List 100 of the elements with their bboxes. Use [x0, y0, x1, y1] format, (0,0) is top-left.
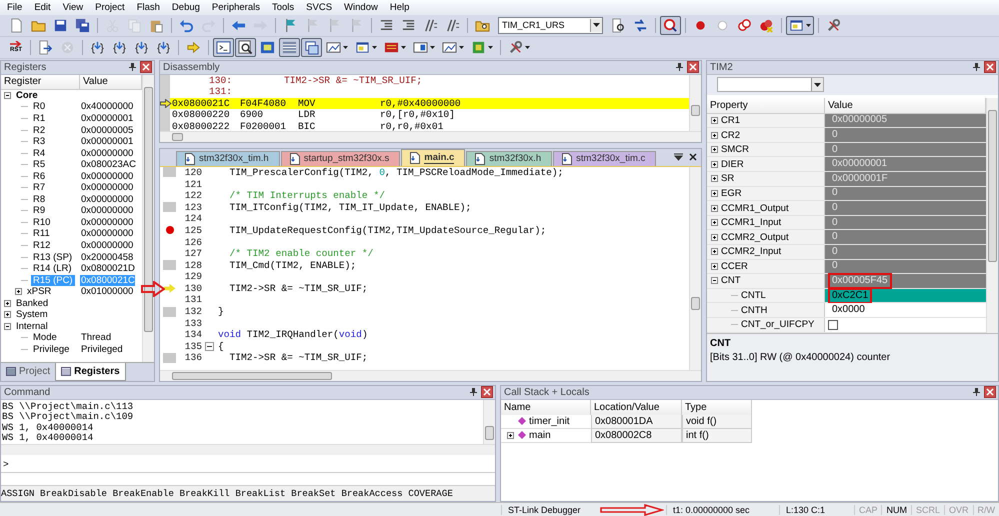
panel-tab[interactable]: Project [1, 362, 56, 381]
menu-item[interactable]: View [58, 2, 88, 13]
register-name[interactable]: System [14, 309, 50, 320]
register-name[interactable]: R9 [31, 205, 48, 216]
horizontal-scrollbar[interactable] [160, 370, 701, 381]
magnifier-button[interactable] [235, 38, 256, 57]
expand-toggle[interactable] [711, 132, 718, 139]
dropdown-arrow-icon[interactable] [430, 46, 435, 49]
register-name[interactable]: R1 [31, 113, 48, 124]
register-name[interactable]: R10 [31, 216, 52, 228]
expand-toggle[interactable] [4, 311, 11, 318]
menu-item[interactable]: SVCS [301, 2, 338, 13]
function-name[interactable]: main [529, 430, 551, 441]
menu-item[interactable]: File [2, 2, 28, 13]
horizontal-scrollbar[interactable] [160, 130, 701, 142]
pin-icon[interactable] [973, 63, 980, 72]
menu-item[interactable]: Help [384, 2, 414, 13]
column-header[interactable]: Register [1, 74, 80, 89]
close-button[interactable] [984, 386, 996, 398]
register-name[interactable]: R13 (SP) [31, 252, 74, 263]
file-tab[interactable]: main.c [401, 148, 466, 166]
register-name[interactable]: R12 [31, 240, 52, 252]
menu-item[interactable]: Project [90, 2, 130, 13]
expand-toggle[interactable] [711, 248, 718, 256]
expand-toggle[interactable] [507, 432, 514, 439]
file-tab[interactable]: stm32f30x.h [466, 150, 552, 166]
collapse-icon[interactable] [205, 342, 214, 351]
dropdown-arrow-icon[interactable] [525, 46, 530, 49]
column-header[interactable]: Property [707, 98, 825, 113]
close-button[interactable] [984, 61, 996, 74]
vertical-scrollbar[interactable] [986, 98, 998, 333]
expand-toggle[interactable] [4, 300, 11, 307]
stack-button[interactable] [301, 38, 322, 57]
breakpoint-icon[interactable] [166, 226, 174, 234]
menu-item[interactable]: Edit [29, 2, 56, 13]
dropdown-arrow-icon[interactable] [372, 46, 377, 49]
dropdown-arrow-icon[interactable] [806, 24, 811, 27]
dropdown-arrow-icon[interactable] [401, 46, 406, 49]
expand-toggle[interactable] [711, 204, 718, 212]
close-icon[interactable] [689, 153, 697, 162]
menu-item[interactable]: Flash [132, 2, 165, 13]
pin-icon[interactable] [129, 63, 136, 72]
menu-item[interactable]: Tools [266, 2, 300, 13]
tab-list-icon[interactable] [674, 153, 683, 162]
expand-toggle[interactable] [711, 175, 718, 182]
expand-toggle[interactable] [711, 190, 718, 197]
menu-item[interactable]: Window [339, 2, 383, 13]
window-button[interactable] [786, 16, 814, 35]
dropdown-arrow-icon[interactable] [343, 46, 348, 49]
register-name[interactable]: R11 [31, 228, 52, 240]
register-name[interactable]: Banked [14, 298, 50, 309]
dropdown-arrow-icon[interactable] [459, 46, 464, 49]
dropdown-field[interactable] [717, 77, 824, 92]
grid-button[interactable] [279, 38, 300, 57]
column-header[interactable]: Location/Value [591, 400, 682, 415]
register-name[interactable]: Mode [31, 332, 59, 344]
dropdown-arrow-icon[interactable] [488, 46, 493, 49]
column-header[interactable]: Type [682, 400, 752, 415]
horizontal-scrollbar[interactable] [1, 444, 495, 455]
expand-toggle[interactable] [711, 116, 718, 124]
register-name[interactable]: R14 (LR) [31, 263, 74, 274]
pin-icon[interactable] [973, 388, 980, 396]
register-name[interactable]: Internal [14, 320, 50, 332]
expand-toggle[interactable] [711, 262, 718, 270]
register-name[interactable]: R5 [31, 159, 48, 170]
vertical-scrollbar[interactable] [142, 74, 154, 362]
expand-toggle[interactable] [711, 277, 718, 284]
command-input-field[interactable]: > [1, 458, 495, 473]
close-button[interactable] [481, 386, 493, 398]
panel-tab[interactable]: Registers [55, 362, 126, 381]
file-tab[interactable]: stm32f30x_tim.h [176, 150, 280, 166]
register-name[interactable]: R2 [31, 124, 48, 136]
file-tab[interactable]: startup_stm32f30x.s [280, 150, 400, 166]
dropdown-arrow-icon[interactable] [593, 23, 600, 28]
pin-icon[interactable] [470, 388, 477, 396]
vertical-scrollbar[interactable] [483, 400, 495, 444]
expand-toggle[interactable] [711, 146, 718, 154]
column-header[interactable]: Value [80, 74, 142, 89]
close-button[interactable] [140, 61, 152, 74]
expand-toggle[interactable] [4, 322, 11, 330]
menu-item[interactable]: Peripherals [206, 2, 265, 13]
register-name[interactable]: R3 [31, 136, 48, 148]
expand-toggle[interactable] [711, 160, 718, 168]
register-name[interactable]: R0 [31, 101, 48, 112]
menu-item[interactable]: Debug [166, 2, 205, 13]
column-header[interactable]: Value [825, 98, 986, 113]
expand-toggle[interactable] [4, 92, 11, 99]
vertical-scrollbar[interactable] [689, 166, 701, 370]
register-name[interactable]: R7 [31, 182, 48, 194]
debug-button[interactable] [660, 16, 681, 35]
column-header[interactable]: Name [501, 400, 591, 415]
command-window-button[interactable] [213, 38, 234, 57]
checkbox[interactable] [828, 320, 838, 330]
expand-toggle[interactable] [711, 234, 718, 241]
vertical-scrollbar[interactable] [689, 74, 701, 131]
find-combo-box[interactable]: TIM_CR1_URS [498, 16, 603, 34]
dropdown-arrow-icon[interactable] [814, 82, 821, 87]
file-tab[interactable]: stm32f30x_tim.c [553, 150, 656, 166]
expand-toggle[interactable] [711, 219, 718, 226]
register-name[interactable]: R4 [31, 148, 48, 159]
